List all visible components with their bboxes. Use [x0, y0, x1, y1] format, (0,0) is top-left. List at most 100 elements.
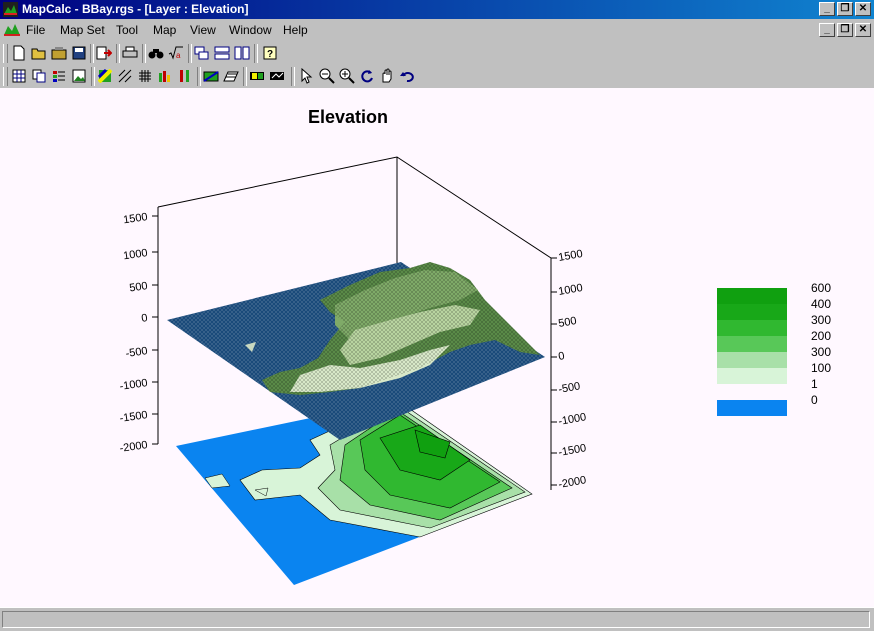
legend-bars-icon[interactable] [176, 67, 194, 85]
mdi-restore-button[interactable]: ❐ [837, 23, 853, 37]
left-axis-tick-label: -2000 [119, 439, 149, 455]
menu-map-set[interactable]: Map Set [60, 23, 105, 37]
menu-view[interactable]: View [190, 23, 216, 37]
new-file-icon[interactable] [10, 44, 28, 62]
title-bar: MapCalc - BBay.rgs - [Layer : Elevation]… [0, 0, 874, 19]
open-project-icon[interactable] [50, 44, 68, 62]
left-axis-tick-label: 1500 [123, 211, 149, 226]
elevation-surface [167, 262, 545, 440]
status-bar [0, 607, 874, 631]
toolbar-grip[interactable] [3, 67, 8, 86]
bars-chart-icon[interactable] [156, 67, 174, 85]
pointer-arrow-icon[interactable] [298, 67, 316, 85]
rotate-icon[interactable] [358, 67, 376, 85]
open-folder-icon[interactable] [30, 44, 48, 62]
copy-map-icon[interactable] [30, 67, 48, 85]
legend-swatch [717, 336, 787, 352]
legend-swatch [717, 400, 787, 416]
svg-text:?: ? [267, 49, 273, 60]
window-title: MapCalc - BBay.rgs - [Layer : Elevation] [22, 2, 249, 16]
mdi-close-button[interactable]: ✕ [855, 23, 871, 37]
grid-lines-icon[interactable] [136, 67, 154, 85]
legend-swatch [717, 384, 787, 400]
toolbar-separator [90, 44, 94, 63]
close-button[interactable]: ✕ [855, 2, 871, 16]
draped-map-icon[interactable] [248, 67, 266, 85]
toolbar-separator [91, 67, 95, 86]
menu-map[interactable]: Map [153, 23, 176, 37]
toolbar-separator [254, 44, 258, 63]
legend-label: 200 [811, 329, 832, 343]
right-axis-tick-label: 500 [557, 315, 577, 330]
legend-label: 300 [811, 345, 832, 359]
help-icon[interactable]: ? [261, 44, 279, 62]
legend-label: 300 [811, 313, 832, 327]
legend-swatch [717, 304, 787, 320]
toolbar-grip[interactable] [3, 44, 8, 63]
menu-help[interactable]: Help [283, 23, 308, 37]
pan-hand-icon[interactable] [378, 67, 396, 85]
legend: 600 400 300 200 300 100 1 0 [717, 281, 831, 416]
status-pane [2, 611, 870, 628]
right-axis-tick-label: -1500 [557, 442, 587, 459]
image-icon[interactable] [70, 67, 88, 85]
right-axis-tick-label: 0 [557, 350, 565, 363]
export-icon[interactable] [95, 44, 113, 62]
grid-view-icon[interactable] [10, 67, 28, 85]
cascade-windows-icon[interactable] [193, 44, 211, 62]
menu-file[interactable]: File [26, 23, 45, 37]
mdi-minimize-button[interactable]: _ [819, 23, 835, 37]
standard-toolbar: a ? [0, 42, 874, 66]
legend-swatch [717, 352, 787, 368]
surface-2d-icon[interactable] [202, 67, 220, 85]
right-axis-tick-label: -500 [557, 380, 581, 396]
left-axis-tick-label: -1000 [119, 377, 149, 393]
hatch-pattern-icon[interactable] [116, 67, 134, 85]
toolbar-separator [142, 44, 146, 63]
right-axis-tick-label: 1500 [557, 248, 583, 264]
print-icon[interactable] [121, 44, 139, 62]
toolbar-separator [291, 67, 295, 86]
right-axis-tick-label: -2000 [557, 474, 587, 491]
wireframe-icon[interactable] [268, 67, 286, 85]
mdi-controls: _ ❐ ✕ [817, 23, 871, 37]
legend-label: 1 [811, 377, 818, 391]
left-axis-tick-label: 500 [129, 280, 149, 294]
zoom-in-icon[interactable] [338, 67, 356, 85]
tile-vertical-icon[interactable] [233, 44, 251, 62]
restore-button[interactable]: ❐ [837, 2, 853, 16]
save-icon[interactable] [70, 44, 88, 62]
minimize-button[interactable]: _ [819, 2, 835, 16]
layer-list-icon[interactable] [50, 67, 68, 85]
legend-label: 600 [811, 281, 832, 295]
menu-bar: File Map Set Tool Map View Window Help [0, 19, 874, 41]
calculator-sqrt-icon[interactable]: a [167, 44, 185, 62]
zoom-out-icon[interactable] [318, 67, 336, 85]
left-axis-tick-label: 0 [141, 312, 149, 325]
map-toolbar [0, 65, 874, 89]
legend-label: 400 [811, 297, 832, 311]
tile-horizontal-icon[interactable] [213, 44, 231, 62]
left-axis-tick-label: 1000 [123, 247, 149, 262]
toolbar-separator [116, 44, 120, 63]
legend-label: 0 [811, 393, 818, 407]
toolbar-separator [188, 44, 192, 63]
mapcalc-app-icon[interactable] [3, 2, 18, 17]
find-binoculars-icon[interactable] [147, 44, 165, 62]
right-axis-tick-label: 1000 [557, 282, 583, 298]
document-icon[interactable] [3, 22, 21, 38]
legend-swatch [717, 368, 787, 384]
svg-text:a: a [176, 51, 181, 60]
legend-swatch [717, 320, 787, 336]
left-axis-tick-label: -500 [125, 345, 148, 360]
surface-3d-icon[interactable] [222, 67, 240, 85]
legend-label: 100 [811, 361, 832, 375]
undo-icon[interactable] [398, 67, 416, 85]
menu-window[interactable]: Window [229, 23, 272, 37]
toolbar-separator [243, 67, 247, 86]
menu-tool[interactable]: Tool [116, 23, 138, 37]
legend-swatch [717, 288, 787, 304]
toolbar-separator [197, 67, 201, 86]
color-map-icon[interactable] [96, 67, 114, 85]
left-axis-tick-label: -1500 [119, 409, 149, 425]
